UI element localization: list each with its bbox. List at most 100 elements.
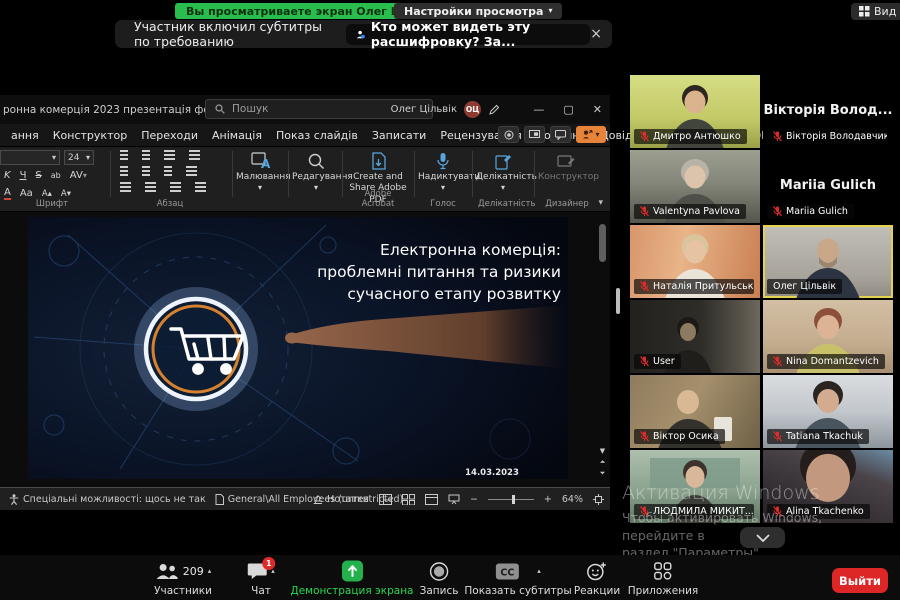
- line-spacing-icon[interactable]: [164, 150, 175, 152]
- participant-tile[interactable]: Віктор Осика: [630, 375, 760, 448]
- participant-tile[interactable]: Наталія Притульська: [630, 225, 760, 298]
- tab-partial[interactable]: ання: [4, 129, 46, 142]
- zoom-slider[interactable]: [488, 499, 534, 500]
- collapse-videos-button[interactable]: [740, 527, 785, 548]
- increase-indent-icon[interactable]: [142, 166, 150, 168]
- participant-tile[interactable]: Mariia Gulich Mariia Gulich: [763, 150, 893, 223]
- subscript-button[interactable]: ab: [51, 171, 61, 180]
- participant-tile-active-speaker[interactable]: Олег Цільвік: [763, 225, 893, 298]
- chevron-up-icon[interactable]: ▴: [208, 567, 212, 575]
- dictate-button[interactable]: Надиктувати▾: [418, 150, 468, 195]
- sensitivity-button[interactable]: Делікатність▾: [476, 150, 530, 195]
- font-color-button[interactable]: A: [4, 187, 11, 200]
- numbering-icon[interactable]: [142, 150, 150, 152]
- chevron-up-icon[interactable]: ▴: [537, 567, 541, 575]
- participant-video-grid: Дмитро Антюшко Вікторія Волод... Вікторі…: [630, 75, 893, 523]
- svg-text:проблемні питання та ризики: проблемні питання та ризики: [317, 263, 561, 281]
- previous-slide-icon[interactable]: ⏶: [600, 459, 606, 466]
- columns-icon[interactable]: [164, 166, 172, 168]
- maximize-icon[interactable]: ▢: [563, 103, 573, 116]
- record-button[interactable]: [498, 126, 519, 143]
- tab-slideshow[interactable]: Показ слайдів: [269, 129, 365, 142]
- align-center-icon[interactable]: [145, 182, 156, 184]
- font-size-select[interactable]: 24▾: [64, 150, 94, 165]
- strikethrough-button[interactable]: S: [35, 170, 41, 181]
- character-spacing-button[interactable]: AV▾: [70, 170, 87, 181]
- present-button[interactable]: [524, 126, 545, 143]
- share-button[interactable]: ▾: [576, 126, 606, 143]
- ribbon-content: ▾ 24▾ K Ч S ab AV▾ A Aa A▴ A▾ Шрифт: [0, 146, 610, 212]
- screen-share-button[interactable]: Демонстрация экрана: [291, 560, 414, 597]
- participant-tile[interactable]: ЛЮДМИЛА МИКИТ...: [630, 450, 760, 523]
- view-options-button[interactable]: Настройки просмотра ▾: [394, 3, 562, 19]
- participant-tile[interactable]: Вікторія Волод... Вікторія Володавчик: [763, 75, 893, 148]
- view-button[interactable]: Вид: [851, 3, 900, 20]
- underline-button[interactable]: Ч: [20, 170, 27, 181]
- share-person-icon: [582, 129, 593, 140]
- align-text-icon[interactable]: [186, 166, 197, 168]
- close-icon[interactable]: ×: [590, 27, 602, 41]
- grow-font-button[interactable]: A▴: [42, 189, 52, 199]
- draw-button[interactable]: A Малювання▾: [236, 150, 284, 195]
- tab-record[interactable]: Записати: [365, 129, 433, 142]
- slide-sorter-icon[interactable]: [402, 494, 415, 505]
- collapse-ribbon-icon[interactable]: ▾: [598, 198, 603, 208]
- notes-button[interactable]: Нотатки: [313, 494, 369, 505]
- zoom-level[interactable]: 64%: [562, 494, 583, 505]
- chat-button[interactable]: 1 ▴ Чат: [247, 560, 275, 597]
- leave-meeting-button[interactable]: Выйти: [832, 568, 888, 593]
- apps-button[interactable]: Приложения: [628, 560, 698, 597]
- account-area[interactable]: Олег Цільвік ОЦ: [391, 95, 500, 124]
- notes-icon: [313, 495, 323, 505]
- tab-animations[interactable]: Анімація: [205, 129, 269, 142]
- editing-icon: [292, 150, 340, 170]
- pen-icon[interactable]: [488, 104, 500, 116]
- captions-notification-bar: Участник включил субтитры по требованию …: [115, 20, 612, 48]
- slide[interactable]: Електронна комерція: проблемні питання т…: [28, 217, 568, 479]
- fit-slide-icon[interactable]: [593, 494, 604, 505]
- tab-transitions[interactable]: Переходи: [134, 129, 205, 142]
- designer-button[interactable]: Конструктор: [538, 150, 594, 183]
- accessibility-status[interactable]: Спеціальні можливості: щось не так: [9, 494, 206, 505]
- tab-design[interactable]: Конструктор: [46, 129, 134, 142]
- reading-view-icon[interactable]: [425, 494, 438, 505]
- participant-tile[interactable]: User: [630, 300, 760, 373]
- muted-mic-icon: [640, 206, 649, 217]
- vertical-scrollbar[interactable]: ▼ ⏶ ⏷: [598, 220, 607, 477]
- slideshow-icon[interactable]: [448, 494, 460, 505]
- zoom-slider-thumb[interactable]: [512, 495, 515, 504]
- decrease-indent-icon[interactable]: [120, 166, 128, 168]
- panel-resize-handle[interactable]: [616, 288, 620, 314]
- next-slide-icon[interactable]: ⏷: [600, 470, 606, 477]
- captions-button[interactable]: CC ▴ Показать субтитры: [464, 560, 571, 597]
- transcript-visibility-button[interactable]: Кто может видеть эту расшифровку? За...: [346, 24, 590, 45]
- bullets-icon[interactable]: [120, 150, 128, 152]
- italic-button[interactable]: K: [4, 170, 11, 181]
- participant-name-label: Alina Tkachenko: [767, 504, 870, 519]
- reactions-button[interactable]: Реакции: [574, 560, 620, 597]
- close-icon[interactable]: ✕: [593, 103, 602, 116]
- zoom-in-button[interactable]: +: [544, 494, 552, 505]
- editing-button[interactable]: Редагування▾: [292, 150, 340, 195]
- participant-tile[interactable]: Tatiana Tkachuk: [763, 375, 893, 448]
- normal-view-icon[interactable]: [379, 494, 392, 505]
- scrollbar-thumb[interactable]: [599, 224, 606, 262]
- zoom-out-button[interactable]: −: [470, 494, 478, 505]
- minimize-icon[interactable]: —: [533, 103, 544, 116]
- participants-button[interactable]: 209 ▴ Участники: [154, 560, 212, 597]
- record-button[interactable]: Запись: [420, 560, 459, 597]
- scroll-down-icon[interactable]: ▼: [600, 448, 605, 455]
- muted-mic-icon: [773, 131, 782, 142]
- shrink-font-button[interactable]: A▾: [61, 189, 71, 199]
- align-right-icon[interactable]: [170, 182, 181, 184]
- comments-button[interactable]: [550, 126, 571, 143]
- text-direction-icon[interactable]: [189, 150, 200, 152]
- justify-icon[interactable]: [195, 182, 206, 184]
- font-name-select[interactable]: ▾: [0, 150, 60, 165]
- participant-tile[interactable]: Дмитро Антюшко: [630, 75, 760, 148]
- participant-tile[interactable]: Nina Domantzevich: [763, 300, 893, 373]
- align-left-icon[interactable]: [120, 182, 131, 184]
- participant-tile[interactable]: Valentyna Pavlova: [630, 150, 760, 223]
- change-case-button[interactable]: Aa: [20, 188, 33, 199]
- participant-tile[interactable]: Alina Tkachenko: [763, 450, 893, 523]
